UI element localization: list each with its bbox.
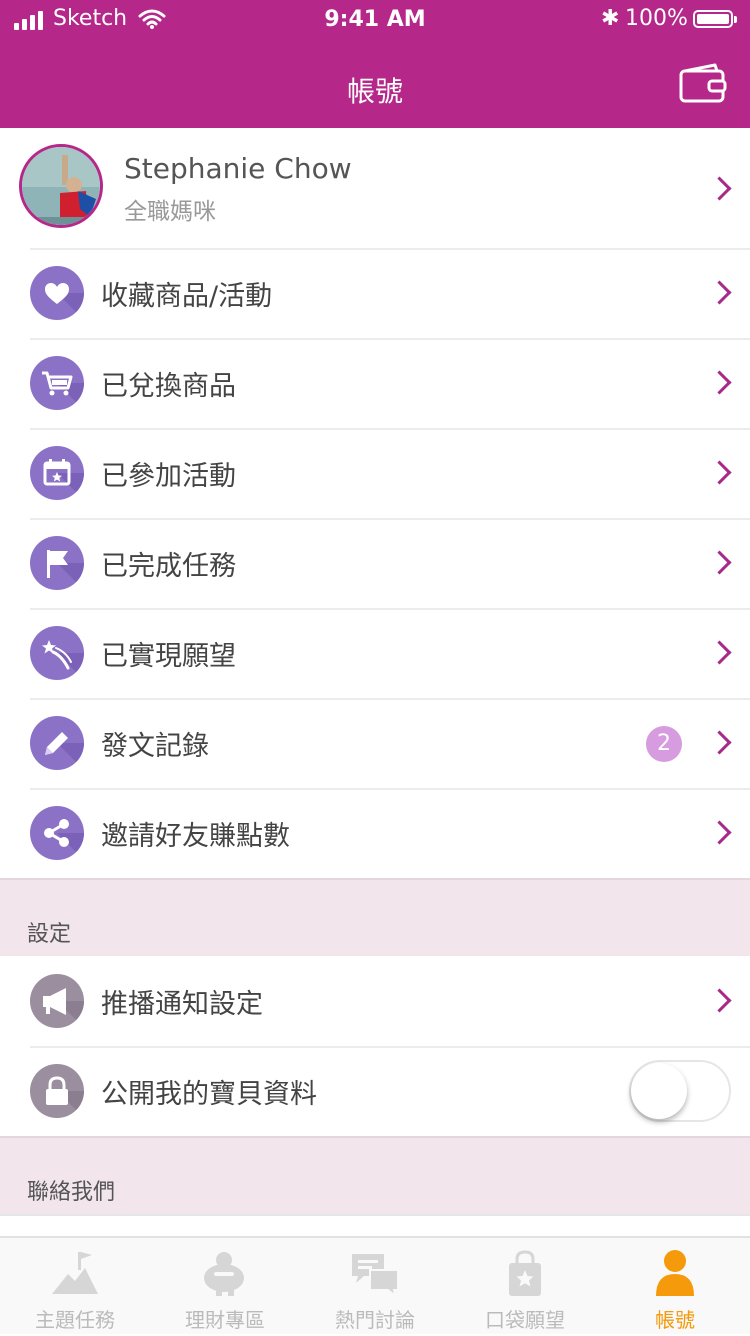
mountain-flag-icon — [52, 1252, 98, 1294]
section-header-contact: 聯絡我們 — [0, 1136, 750, 1216]
menu-item-redeemed[interactable]: 已兌換商品 — [0, 338, 750, 428]
divider — [30, 338, 750, 340]
page-title: 帳號 — [346, 75, 403, 108]
menu-item-label: 收藏商品/活動 — [101, 281, 273, 312]
tab-account[interactable]: 帳號 — [600, 1238, 750, 1336]
menu-item-label: 發文記錄 — [101, 731, 209, 762]
section-title: 聯絡我們 — [27, 1180, 116, 1205]
toggle-knob — [631, 1063, 687, 1119]
profile-subtitle: 全職媽咪 — [124, 199, 216, 225]
tab-themed-tasks[interactable]: 主題任務 — [0, 1238, 150, 1336]
chevron-right-icon — [707, 820, 732, 845]
heart-icon — [30, 266, 84, 320]
pencil-icon — [30, 716, 84, 770]
chevron-right-icon — [707, 988, 732, 1013]
divider — [30, 608, 750, 610]
person-icon — [656, 1250, 694, 1296]
menu-item-post-history[interactable]: 發文記錄 2 — [0, 698, 750, 788]
calendar-icon — [30, 446, 84, 500]
battery-icon — [693, 10, 737, 28]
chat-bubbles-icon — [352, 1254, 399, 1298]
divider — [30, 428, 750, 430]
chevron-right-icon — [707, 730, 732, 755]
shooting-star-icon — [30, 626, 84, 680]
wish-bag-icon — [509, 1250, 541, 1296]
tab-label: 熱門討論 — [335, 1308, 415, 1332]
divider — [30, 518, 750, 520]
tab-bar: 主題任務 理財專區 熱門討論 口袋願望 帳號 — [0, 1236, 750, 1334]
section-header-settings: 設定 — [0, 878, 750, 956]
tab-label: 帳號 — [655, 1308, 695, 1332]
menu-item-label: 邀請好友賺點數 — [101, 821, 290, 852]
menu-item-favorites[interactable]: 收藏商品/活動 — [0, 248, 750, 338]
menu-item-label: 已實現願望 — [101, 641, 236, 672]
piggy-bank-icon — [204, 1252, 244, 1296]
menu-item-joined-events[interactable]: 已參加活動 — [0, 428, 750, 518]
list-row-partial — [0, 1214, 750, 1236]
chevron-right-icon — [707, 280, 732, 305]
divider — [30, 788, 750, 790]
chevron-right-icon — [707, 370, 732, 395]
chevron-right-icon — [707, 550, 732, 575]
bluetooth-icon: ✱ — [601, 6, 620, 31]
menu-item-label: 已完成任務 — [101, 551, 236, 582]
section-title: 設定 — [27, 922, 72, 947]
settings-item-label: 公開我的寶貝資料 — [101, 1079, 317, 1110]
chevron-right-icon — [707, 176, 732, 201]
chevron-right-icon — [707, 460, 732, 485]
divider — [30, 248, 750, 250]
menu-item-label: 已參加活動 — [101, 461, 236, 492]
notification-badge: 2 — [646, 726, 682, 762]
avatar[interactable] — [19, 144, 103, 228]
tab-label: 理財專區 — [185, 1308, 265, 1332]
settings-item-public-baby-profile: 公開我的寶貝資料 — [0, 1046, 750, 1136]
menu-item-label: 已兌換商品 — [101, 371, 236, 402]
menu-item-completed-tasks[interactable]: 已完成任務 — [0, 518, 750, 608]
battery-percent: 100% — [625, 6, 688, 31]
divider — [30, 698, 750, 700]
divider — [30, 1046, 750, 1048]
share-icon — [30, 806, 84, 860]
cart-icon — [30, 356, 84, 410]
settings-item-push-notifications[interactable]: 推播通知設定 — [0, 956, 750, 1046]
tab-finance[interactable]: 理財專區 — [150, 1238, 300, 1336]
lock-icon — [30, 1064, 84, 1118]
profile-row[interactable]: Stephanie Chow 全職媽咪 — [0, 128, 750, 248]
tab-label: 主題任務 — [35, 1308, 115, 1332]
megaphone-icon — [30, 974, 84, 1028]
tab-label: 口袋願望 — [485, 1308, 565, 1332]
menu-item-wishes-fulfilled[interactable]: 已實現願望 — [0, 608, 750, 698]
nav-bar: 帳號 — [0, 40, 750, 128]
public-profile-toggle[interactable] — [629, 1060, 731, 1122]
profile-name: Stephanie Chow — [124, 152, 352, 185]
flag-icon — [30, 536, 84, 590]
tab-hot-discussions[interactable]: 熱門討論 — [300, 1238, 450, 1336]
wallet-icon[interactable] — [679, 63, 727, 103]
tab-pocket-wishes[interactable]: 口袋願望 — [450, 1238, 600, 1336]
chevron-right-icon — [707, 640, 732, 665]
settings-item-label: 推播通知設定 — [101, 989, 263, 1020]
status-bar: Sketch 9:41 AM ✱ 100% — [0, 0, 750, 40]
menu-item-invite-friends[interactable]: 邀請好友賺點數 — [0, 788, 750, 878]
